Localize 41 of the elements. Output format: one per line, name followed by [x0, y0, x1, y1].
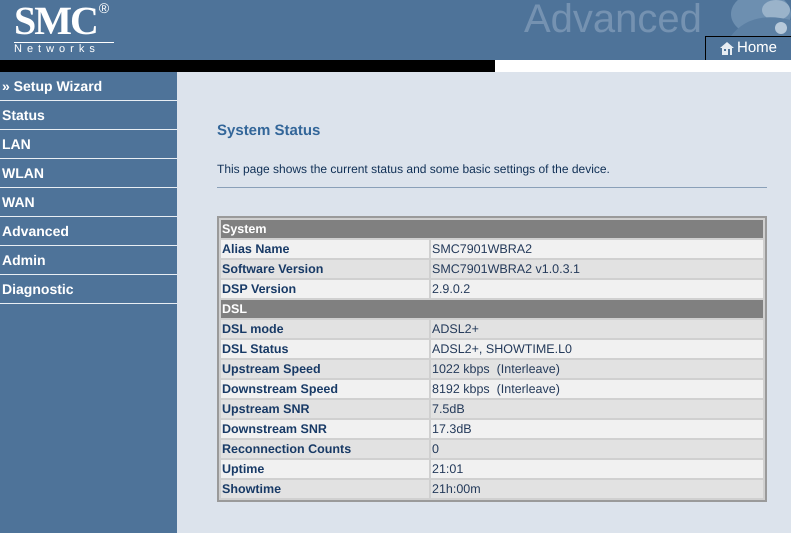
table-cell: 8192 kbps (Interleave): [431, 380, 763, 398]
table-cell: Uptime: [221, 460, 429, 478]
sidebar-item[interactable]: » Setup Wizard: [0, 72, 177, 101]
table-cell: Reconnection Counts: [221, 440, 429, 458]
table-cell: SMC7901WBRA2 v1.0.3.1: [431, 260, 763, 278]
table-cell: Alias Name: [221, 240, 429, 258]
table-cell: DSL mode: [221, 320, 429, 338]
sidebar-item[interactable]: Admin: [0, 246, 177, 275]
table-cell: 2.9.0.2: [431, 280, 763, 298]
sidebar-item[interactable]: LAN: [0, 130, 177, 159]
table-cell: Upstream SNR: [221, 400, 429, 418]
logo-text: SMC: [14, 0, 97, 42]
page-title: System Status: [217, 121, 322, 141]
home-tab[interactable]: Home: [705, 36, 791, 60]
sidebar-item[interactable]: Diagnostic: [0, 275, 177, 304]
table-cell: SMC7901WBRA2: [431, 240, 763, 258]
table-cell: DSL Status: [221, 340, 429, 358]
logo-subtitle: Networks: [14, 42, 114, 55]
table-cell: ADSL2+: [431, 320, 763, 338]
table-cell: DSP Version: [221, 280, 429, 298]
table-cell: Software Version: [221, 260, 429, 278]
sidebar-item[interactable]: WLAN: [0, 159, 177, 188]
table-cell: Downstream SNR: [221, 420, 429, 438]
sidebar-item[interactable]: Advanced: [0, 217, 177, 246]
registered-mark: ®: [98, 0, 110, 16]
sidebar-item[interactable]: WAN: [0, 188, 177, 217]
table-cell: 0: [431, 440, 763, 458]
table-cell: Downstream Speed: [221, 380, 429, 398]
table-cell: Showtime: [221, 480, 429, 498]
table-cell: 7.5dB: [431, 400, 763, 418]
house-icon: [720, 42, 734, 55]
table-cell: 21:01: [431, 460, 763, 478]
table-cell: Upstream Speed: [221, 360, 429, 378]
table-cell: 1022 kbps (Interleave): [431, 360, 763, 378]
page-description: This page shows the current status and some basic settings of the device.: [217, 160, 767, 188]
table-cell: ADSL2+, SHOWTIME.L0: [431, 340, 763, 358]
table-cell: 21h:00m: [431, 480, 763, 498]
table-cell: 17.3dB: [431, 420, 763, 438]
section-header: System: [221, 220, 763, 238]
section-header: DSL: [221, 300, 763, 318]
sidebar-item[interactable]: Status: [0, 101, 177, 130]
